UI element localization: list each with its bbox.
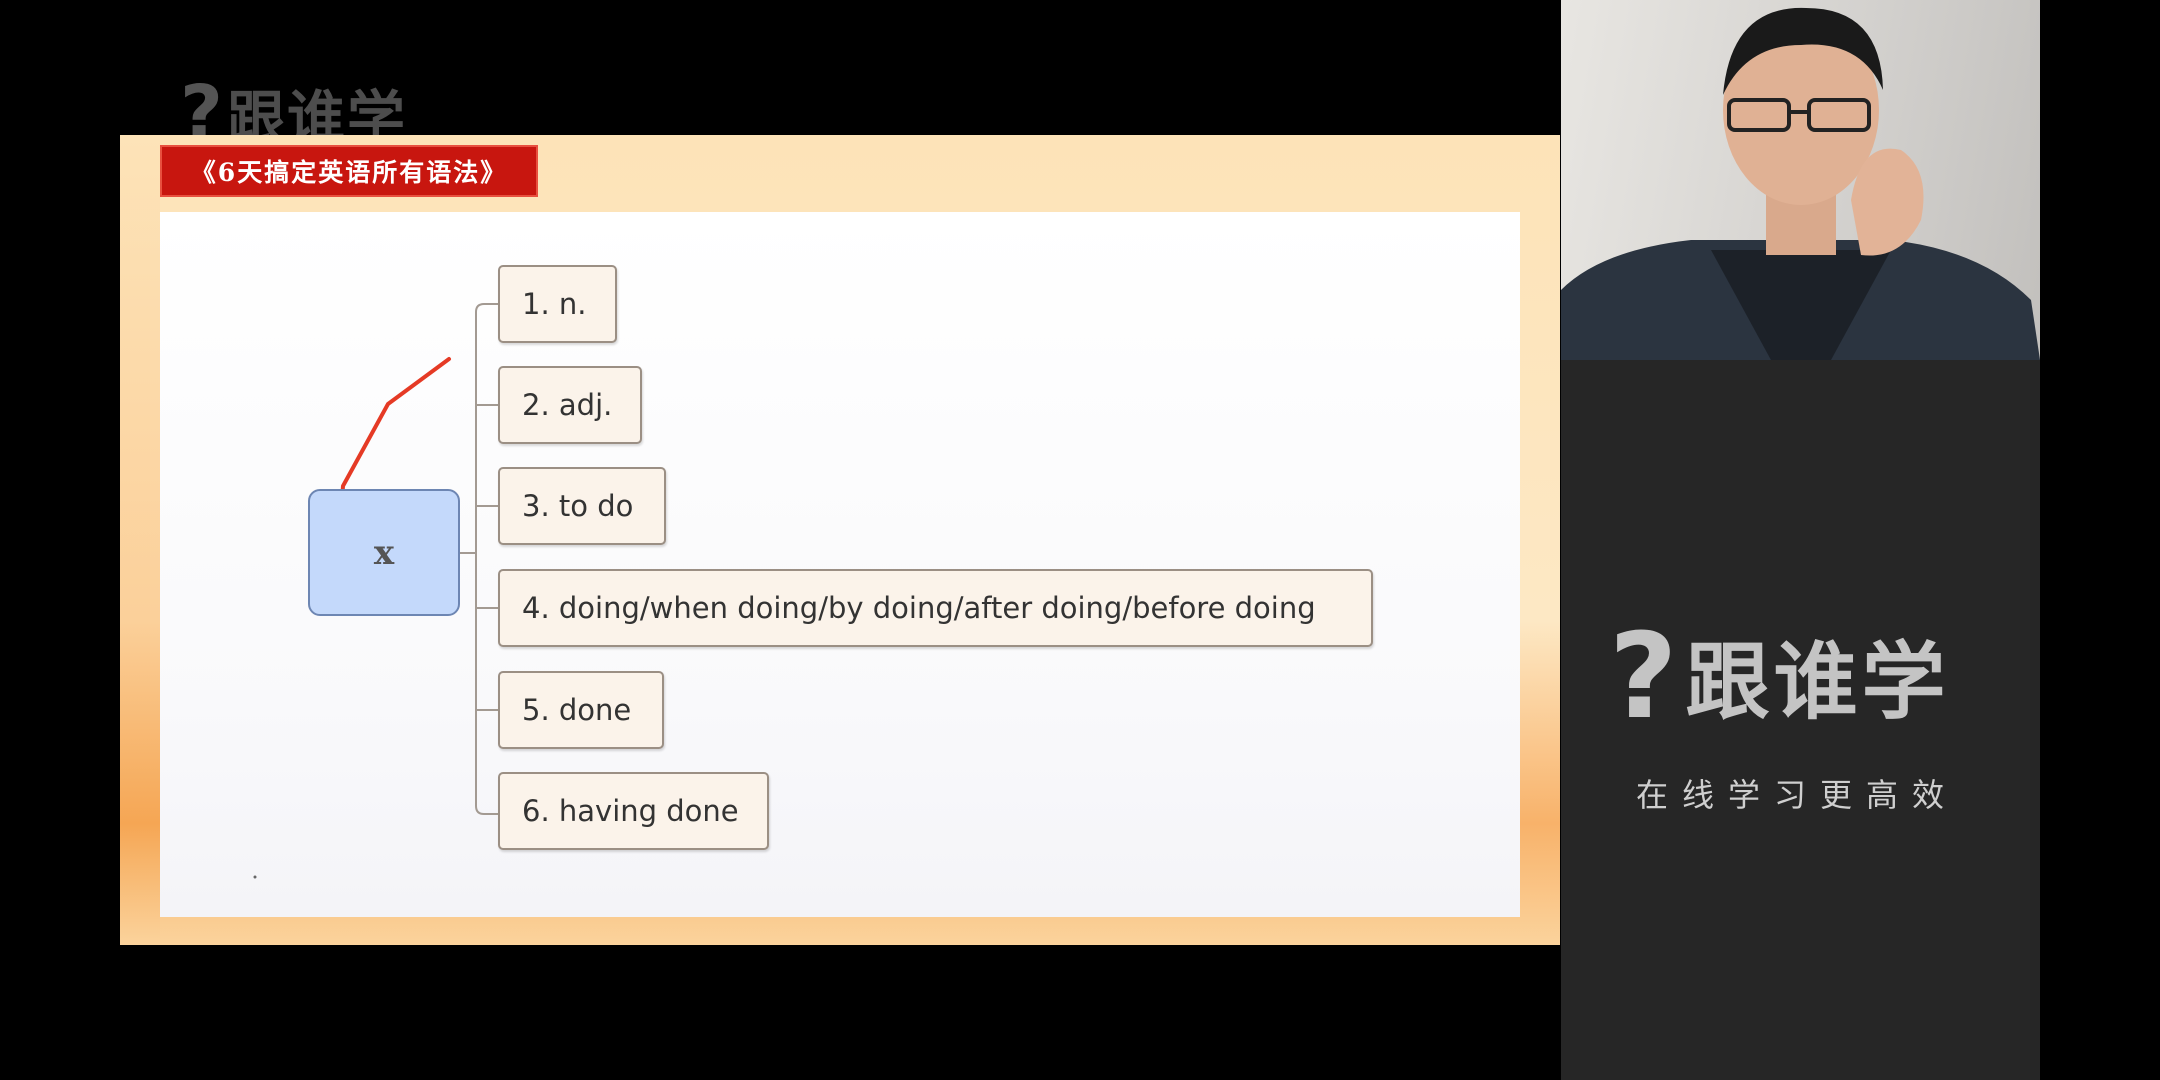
node-label: 4. doing/when doing/by doing/after doing… — [522, 591, 1316, 625]
mindmap-node-2: 2. adj. — [498, 366, 642, 444]
slide-side-band — [120, 135, 160, 945]
root-node-label: x — [373, 532, 395, 573]
teacher-figure — [1561, 7, 2040, 360]
brand-panel: ? 跟谁学 在线学习更高效 — [1561, 360, 2040, 1080]
mindmap-canvas: x 1. n. 2. adj. 3. to do 4. doing/when d… — [160, 212, 1520, 917]
teacher-video — [1561, 0, 2040, 360]
mindmap-node-4: 4. doing/when doing/by doing/after doing… — [498, 569, 1373, 647]
brand-question-mark-icon: ? — [1609, 606, 1678, 745]
node-label: 1. n. — [522, 287, 587, 321]
mindmap-node-5: 5. done — [498, 671, 664, 749]
mindmap-node-1: 1. n. — [498, 265, 617, 343]
brand-slogan: 在线学习更高效 — [1636, 776, 1959, 814]
branch-spine — [475, 303, 498, 815]
mindmap-node-6: 6. having done — [498, 772, 769, 850]
slide: 《6天搞定英语所有语法》 x 1. n. 2. adj. 3. to do 4.… — [120, 135, 1560, 945]
node-label: 6. having done — [522, 794, 739, 828]
node-label: 2. adj. — [522, 388, 613, 422]
stray-dot — [253, 875, 257, 879]
mindmap-node-3: 3. to do — [498, 467, 666, 545]
node-label: 3. to do — [522, 489, 634, 523]
course-title-banner: 《6天搞定英语所有语法》 — [160, 145, 538, 197]
brand-name: 跟谁学 — [1685, 633, 1950, 731]
node-label: 5. done — [522, 693, 632, 727]
mindmap-root-node: x — [308, 489, 460, 616]
brand-logo: ? 跟谁学 — [1609, 615, 1949, 736]
